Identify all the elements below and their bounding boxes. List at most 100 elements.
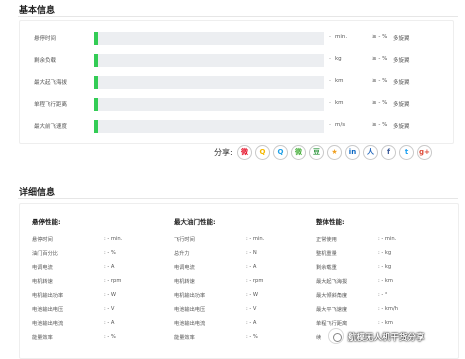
detail-row: 电池输出电流 : - A	[174, 320, 319, 329]
detail-row: 正常使用: - min.	[316, 236, 461, 245]
detail-row: 能量效率 : - %	[174, 334, 319, 343]
detail-label: 整机重量	[316, 251, 337, 257]
detail-value: : - A	[104, 264, 115, 270]
stat-row-remaining-payload: 剩余负载 - kg ≥ - % 多旋翼	[20, 54, 455, 68]
stat-bar-track	[94, 98, 324, 111]
detail-label: 能量效率	[174, 335, 195, 341]
detail-value: : - km	[378, 320, 393, 326]
stat-bar-fill	[94, 32, 98, 45]
stat-percentile: ≥ - %	[372, 34, 388, 40]
detail-row: 最大平飞速度: - km/h	[316, 306, 461, 315]
facebook-icon[interactable]: f	[381, 145, 396, 160]
renren-icon[interactable]: 人	[363, 145, 378, 160]
favorite-star-icon[interactable]: ★	[327, 145, 342, 160]
stat-percentile: ≥ - %	[372, 122, 388, 128]
detail-value: : - %	[104, 250, 116, 256]
detail-row: 最大起飞海拔 : - km	[316, 278, 461, 287]
detail-row: 电机输出功率 : - W	[32, 292, 177, 301]
detail-value: : - min.	[246, 236, 265, 242]
wechat-icon[interactable]: 微	[291, 145, 306, 160]
column-title: 最大油门性能:	[174, 218, 216, 226]
stat-type: 多旋翼	[393, 36, 410, 42]
detail-label: 油门百分比	[32, 251, 58, 257]
weibo-icon[interactable]: 微	[237, 145, 252, 160]
detail-value: : - V	[104, 306, 115, 312]
stat-percentile: ≥ - %	[372, 56, 388, 62]
stat-label: 剩余负载	[34, 58, 57, 64]
detail-label: 正常使用	[316, 237, 337, 243]
twitter-icon[interactable]: t	[399, 145, 414, 160]
detail-row: 电机输出功率: - W	[174, 292, 319, 301]
detail-label: 电机转速	[174, 279, 195, 285]
detail-row: 飞行时间 : - min.	[174, 236, 319, 245]
detail-label: 最大倾斜角度	[316, 293, 348, 299]
detail-label: 最大起飞海拔	[316, 279, 348, 285]
stat-type: 多旋翼	[393, 124, 410, 130]
detail-column-max-throttle: 最大油门性能: 飞行时间: - min. 总升力: - N 电调电流: - A …	[174, 204, 319, 359]
detail-row: 总升力 : - N	[174, 250, 319, 259]
detail-value: : - A	[246, 320, 257, 326]
detail-row: 电池输出电压: - V	[174, 306, 319, 315]
column-title: 整体性能:	[316, 218, 345, 226]
stat-label: 最大起飞海拔	[34, 80, 68, 86]
detail-label: 电池输出电压	[32, 307, 64, 313]
detail-row: 能量效率: - %	[32, 334, 177, 343]
detail-label: 电池输出电流	[174, 321, 206, 327]
detail-value: : - rpm	[246, 278, 264, 284]
detail-label: 电机转速	[32, 279, 53, 285]
detail-label: 总升力	[174, 251, 190, 257]
detail-label: 电机输出功率	[32, 293, 64, 299]
detail-label: 飞行时间	[174, 237, 195, 243]
linkedin-icon[interactable]: in	[345, 145, 360, 160]
detail-label: 电调电流	[174, 265, 195, 271]
stat-bar-fill	[94, 76, 98, 89]
stat-bar-track	[94, 120, 324, 133]
douban-icon[interactable]: 豆	[309, 145, 324, 160]
detail-row: 剩余载重: - kg	[316, 264, 461, 273]
detail-label: 能量效率	[32, 335, 53, 341]
stat-percentile: ≥ - %	[372, 78, 388, 84]
detail-label: 最大平飞速度	[316, 307, 348, 313]
stat-type: 多旋翼	[393, 58, 410, 64]
qq-icon[interactable]: Q	[273, 145, 288, 160]
share-label: 分享:	[214, 148, 233, 157]
detail-row: 电池输出电压 : - V	[32, 306, 177, 315]
qzone-icon[interactable]: Q	[255, 145, 270, 160]
stat-value: -	[329, 34, 331, 40]
detail-value: : - A	[104, 320, 115, 326]
detail-row: 电机转速: - rpm	[32, 278, 177, 287]
basic-info-divider	[18, 16, 458, 17]
detail-value: : - %	[246, 334, 258, 340]
detail-value: : - W	[104, 292, 117, 298]
stat-value: -	[329, 56, 331, 62]
stat-label: 单程飞行距离	[34, 102, 68, 108]
detail-value: : - N	[246, 250, 257, 256]
detail-value: : - °	[378, 292, 388, 298]
stat-row-max-altitude: 最大起飞海拔 - km ≥ - % 多旋翼	[20, 76, 455, 90]
stat-bar-fill	[94, 54, 98, 67]
stat-unit: kg	[335, 56, 342, 62]
detail-row: 电池输出电流: - A	[32, 320, 177, 329]
detail-row: 油门百分比 : - %	[32, 250, 177, 259]
stat-unit: m/s	[335, 122, 346, 128]
column-title: 悬停性能:	[32, 218, 61, 226]
stat-unit: km	[335, 100, 344, 106]
detail-value: : - km	[378, 278, 393, 284]
detail-value: : - V	[246, 306, 257, 312]
stat-row-hover-time: 悬停时间 - min. ≥ - % 多旋翼	[20, 32, 455, 46]
stat-row-max-forward-speed: 最大前飞速度 - m/s ≥ - % 多旋翼	[20, 120, 455, 134]
detail-label: 电调电流	[32, 265, 53, 271]
stat-bar-track	[94, 32, 324, 45]
detail-row: 整机重量: - kg	[316, 250, 461, 259]
stat-bar-track	[94, 54, 324, 67]
stat-type: 多旋翼	[393, 102, 410, 108]
detail-label: 剩余载重	[316, 265, 337, 271]
detail-value: : - A	[246, 264, 257, 270]
detail-info-title: 详细信息	[19, 188, 56, 198]
basic-info-title: 基本信息	[19, 6, 56, 16]
googleplus-icon[interactable]: g+	[417, 145, 432, 160]
stat-bar-track	[94, 76, 324, 89]
watermark: 航模无人机干货分享	[328, 327, 460, 347]
stat-bar-fill	[94, 98, 98, 111]
detail-label: 电机输出功率	[174, 293, 206, 299]
